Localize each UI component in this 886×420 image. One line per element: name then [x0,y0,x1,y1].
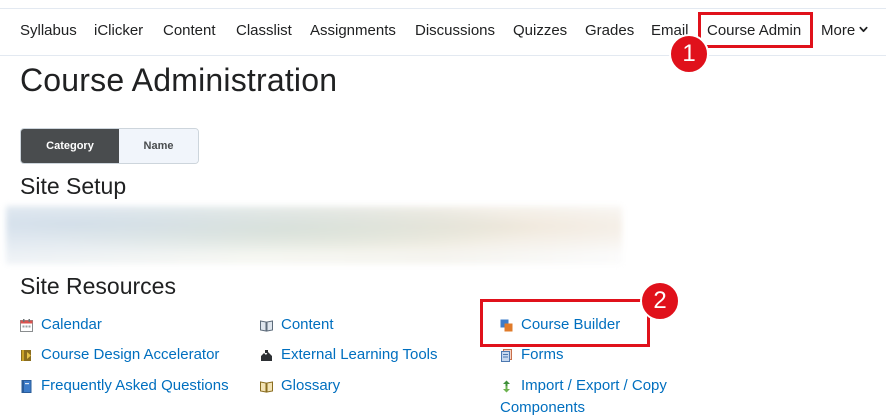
nav-classlist[interactable]: Classlist [236,22,292,39]
external-tools-icon [261,350,272,361]
forms-icon [501,349,512,362]
blurred-site-setup-tools [6,206,622,264]
faq-book-icon [21,380,32,393]
link-import-export-copy[interactable]: Import / Export / Copy [521,375,667,397]
link-glossary[interactable]: Glossary [281,375,340,397]
nav-grades[interactable]: Grades [585,22,634,39]
nav-quizzes[interactable]: Quizzes [513,22,567,39]
nav-iclicker[interactable]: iClicker [94,22,143,39]
section-title-site-resources: Site Resources [20,273,176,299]
link-content[interactable]: Content [281,314,334,336]
link-import-export-copy-line2[interactable]: Components [500,397,585,419]
link-course-design-accelerator[interactable]: Course Design Accelerator [41,344,219,366]
nav-content[interactable]: Content [163,22,216,39]
view-toggle: Category Name [20,128,199,164]
step-badge-1: 1 [669,34,709,74]
toggle-name-button[interactable]: Name [119,129,198,163]
link-calendar[interactable]: Calendar [41,314,102,336]
content-book-icon [260,320,273,332]
accelerator-icon [21,350,31,361]
nav-assignments[interactable]: Assignments [310,22,396,39]
toggle-category-button[interactable]: Category [21,129,119,163]
import-export-icon [503,380,510,393]
page-title: Course Administration [20,62,338,98]
nav-discussions[interactable]: Discussions [415,22,495,39]
link-frequently-asked-questions[interactable]: Frequently Asked Questions [41,375,229,397]
highlight-course-admin [698,12,813,48]
link-external-learning-tools[interactable]: External Learning Tools [281,344,438,366]
section-title-site-setup: Site Setup [20,173,127,199]
nav-more-label: More [821,22,856,39]
nav-more[interactable]: More [821,22,868,39]
nav-syllabus[interactable]: Syllabus [20,22,77,39]
calendar-icon [20,319,33,332]
chevron-down-icon [859,26,868,33]
link-forms[interactable]: Forms [521,344,564,366]
step-badge-2: 2 [640,281,680,321]
glossary-book-icon [260,381,273,393]
highlight-course-builder [480,299,650,347]
